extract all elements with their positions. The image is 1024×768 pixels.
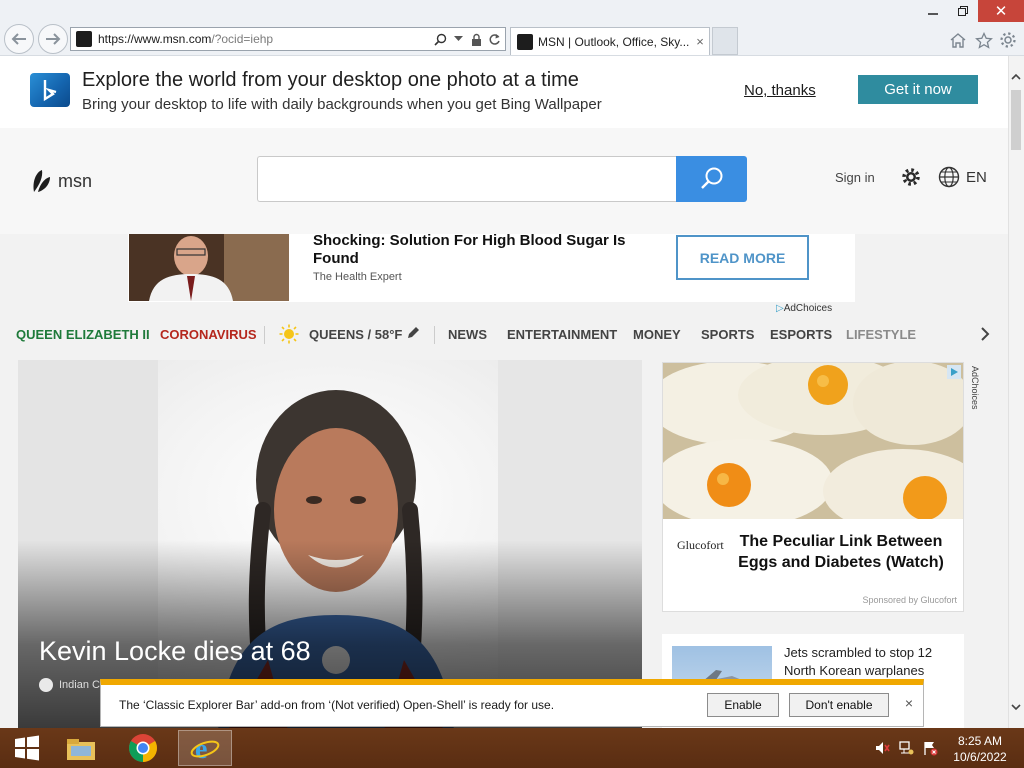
scrollbar-thumb[interactable] [1011,90,1021,150]
clock-date[interactable]: 10/6/2022 [950,750,1010,764]
publisher-logo-icon [39,678,53,692]
notification-text: The ‘Classic Explorer Bar’ add-on from ‘… [119,698,555,712]
windows-logo-icon [15,735,39,761]
hero-story[interactable]: Kevin Locke dies at 68 Indian C [18,360,642,728]
nav-queen-elizabeth[interactable]: QUEEN ELIZABETH II [16,327,150,342]
sign-in-link[interactable]: Sign in [835,170,875,185]
address-bar[interactable]: https://www.msn.com/?ocid=iehp [70,27,506,51]
minimize-button[interactable] [918,0,948,22]
ad-headline[interactable]: The Peculiar Link Between Eggs and Diabe… [723,531,959,573]
home-icon[interactable] [948,30,968,50]
svg-text:e: e [195,734,207,763]
new-tab-button[interactable] [712,27,738,55]
nav-sports[interactable]: SPORTS [701,327,754,342]
close-window-button[interactable]: ✕ [978,0,1024,22]
language-globe-icon[interactable] [938,166,960,188]
no-thanks-link[interactable]: No, thanks [744,82,816,99]
dropdown-icon[interactable] [451,32,465,46]
network-icon[interactable] [898,740,914,756]
internet-explorer-taskbar-icon[interactable]: e [178,730,232,766]
nav-divider [434,326,435,344]
settings-gear-icon[interactable] [900,166,922,188]
dont-enable-button[interactable]: Don't enable [789,693,889,717]
nav-weather[interactable]: QUEENS / 58°F [309,327,402,342]
news-headline[interactable]: Jets scrambled to stop 12 North Korean w… [784,644,954,680]
restore-icon [958,6,968,16]
ad-sponsor: Sponsored by Glucofort [862,595,957,605]
tab-title: MSN | Outlook, Office, Sky... [538,34,690,49]
msn-butterfly-icon [33,170,50,192]
chevron-right-icon[interactable] [978,326,992,342]
ad-headline[interactable]: Shocking: Solution For High Blood Sugar … [313,232,653,268]
search-icon [700,167,722,189]
addon-notification-bar: The ‘Classic Explorer Bar’ add-on from ‘… [100,679,924,727]
file-explorer-taskbar-icon[interactable] [54,730,108,766]
search-input[interactable] [257,156,677,202]
forward-button[interactable] [38,24,68,54]
msn-logo[interactable]: msn [30,168,92,194]
msn-page: msn Sign in EN Shocking: Solution For Hi… [0,128,1008,728]
nav-divider [264,326,265,344]
close-icon: ✕ [994,3,1008,20]
edit-pencil-icon[interactable] [406,326,420,340]
top-ad[interactable]: Shocking: Solution For High Blood Sugar … [128,232,855,302]
back-arrow-icon [11,33,26,45]
right-ad[interactable]: Glucofort The Peculiar Link Between Eggs… [662,362,964,612]
adchoices-icon: ▷ [776,303,784,314]
forward-arrow-icon [46,33,61,45]
favorites-star-icon[interactable] [974,30,994,50]
ad-info-icon[interactable] [947,365,961,379]
tab-msn[interactable]: MSN | Outlook, Office, Sky... × [510,27,710,55]
banner-subtitle: Bring your desktop to life with daily ba… [82,96,602,113]
action-center-flag-icon[interactable] [922,740,938,756]
bing-wallpaper-banner: Explore the world from your desktop one … [0,56,1008,128]
nav-coronavirus[interactable]: CORONAVIRUS [160,327,257,342]
language-label[interactable]: EN [966,169,987,186]
get-it-now-button[interactable]: Get it now [858,75,978,104]
topic-nav: QUEEN ELIZABETH II CORONAVIRUS QUEENS / … [0,318,1008,350]
hero-title[interactable]: Kevin Locke dies at 68 [39,636,311,667]
adchoices-link[interactable]: ▷AdChoices [776,303,832,314]
msn-logo-text: msn [58,170,93,191]
ad-eggs-photo[interactable] [663,363,963,519]
hero-source: Indian C [39,678,100,692]
banner-title: Explore the world from your desktop one … [82,69,579,91]
refresh-icon[interactable] [487,32,501,46]
search-button[interactable] [676,156,747,202]
bing-wallpaper-logo-icon [30,73,70,107]
search-icon[interactable] [433,32,447,46]
back-button[interactable] [4,24,34,54]
browser-chrome: ✕ https://www.msn.com/?ocid=iehp MSN | O… [0,0,1024,56]
nav-money[interactable]: MONEY [633,327,681,342]
lock-icon[interactable] [469,32,483,46]
ad-doctor-photo[interactable] [129,234,289,301]
scroll-up-icon[interactable] [1010,70,1022,82]
chrome-taskbar-icon[interactable] [116,730,170,766]
ad-brand: Glucofort [677,538,724,552]
adchoices-link[interactable]: AdChoices [968,366,982,426]
sunny-weather-icon [279,324,299,344]
scroll-down-icon[interactable] [1010,700,1022,712]
tools-gear-icon[interactable] [998,30,1018,50]
address-text[interactable]: https://www.msn.com/?ocid=iehp [98,32,433,46]
restore-button[interactable] [948,0,978,22]
notification-close-icon[interactable]: × [901,695,917,713]
nav-lifestyle[interactable]: LIFESTYLE [846,327,916,342]
nav-news[interactable]: NEWS [448,327,487,342]
vertical-scrollbar[interactable] [1008,56,1024,728]
nav-entertainment[interactable]: ENTERTAINMENT [507,327,617,342]
taskbar: e 8:25 AM 10/6/2022 [0,728,1024,768]
enable-button[interactable]: Enable [707,693,779,717]
minimize-icon [928,13,938,15]
msn-favicon-icon [517,33,533,50]
read-more-button[interactable]: READ MORE [676,235,809,280]
nav-esports[interactable]: ESPORTS [770,327,832,342]
clock-time[interactable]: 8:25 AM [950,734,1010,748]
msn-favicon-icon [76,31,92,47]
start-button[interactable] [0,730,54,766]
msn-header: msn Sign in EN [0,128,1008,234]
tab-close-icon[interactable]: × [691,34,709,49]
volume-muted-icon[interactable] [874,740,890,756]
ad-source: The Health Expert [313,271,402,283]
